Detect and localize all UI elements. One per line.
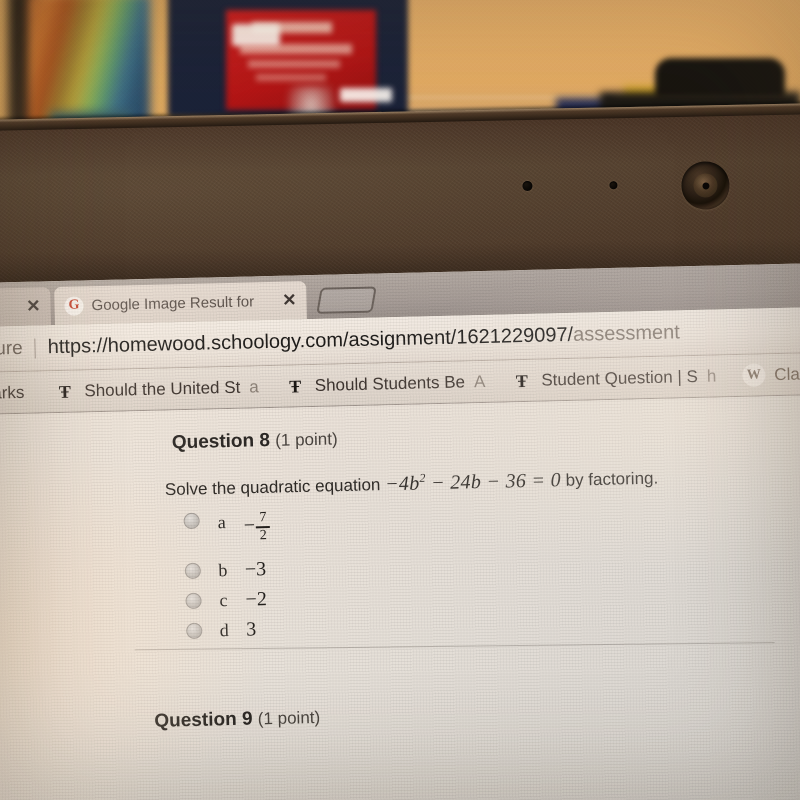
bookmark-label: us bookmarks [0,382,25,404]
choice-letter-b: b [218,559,228,580]
bookmark-label: Should the United St [84,377,241,400]
radio-button-c[interactable] [185,592,202,610]
answer-choice-d[interactable]: d 3 [186,614,273,646]
eq-exponent: 2 [419,470,426,485]
choice-a-sign: − [243,514,256,538]
radio-button-b[interactable] [184,562,202,580]
choice-value-c: −2 [245,587,268,611]
bookmark-label-clipped: a [249,376,259,397]
eq-op-2: − [486,470,501,493]
bookmark-label-clipped: A [473,371,486,391]
question-9-points: (1 point) [257,707,321,729]
new-tab-button[interactable] [316,286,377,314]
choice-value-a: −7 2 [243,510,271,543]
bookmark-item-1[interactable]: Ŧ Should the United St a [54,376,259,402]
bookmark-item-2[interactable]: Ŧ Should Students Be A [285,371,486,397]
bookmark-label: Should Students Be [314,371,466,395]
eq-const: 36 [505,469,527,493]
url-tail: assessment [572,321,681,346]
nyt-icon: Ŧ [289,375,302,397]
question-9-heading: Question 9 (1 point) [154,707,320,733]
fraction: 72 [256,510,271,543]
fraction-denominator: 2 [259,527,267,543]
webcam-lens-pupil [702,182,710,190]
blurred-dark-equipment [655,58,785,98]
google-g-icon: G [64,295,84,316]
bookmark-label: Student Question | S [541,366,699,390]
laptop-screen: tions Tes ✕ G Google Image Result for ✕ … [0,262,800,800]
nyt-icon: Ŧ [58,381,72,402]
poster-text-line [256,74,326,81]
question-8-points: (1 point) [275,429,338,450]
question-9-number: Question 9 [154,708,253,732]
eq-coef-2: 24 [449,470,472,494]
eq-var-1: b [408,472,420,495]
answer-choice-list: a −7 2 b −3 c −2 d 3 [183,508,272,646]
radio-button-d[interactable] [186,622,203,640]
tab-title: Google Image Result for [91,292,255,314]
radio-button-a[interactable] [183,512,200,530]
browser-tab-1[interactable]: tions Tes ✕ [0,287,52,330]
bookmark-item-0[interactable]: us bookmarks [0,382,25,404]
eq-var-2: b [470,470,482,493]
omnibox-separator [34,338,36,359]
choice-value-d: 3 [245,617,257,641]
choice-value-b: −3 [244,557,267,581]
close-icon[interactable]: ✕ [26,296,41,316]
poster-text-line [248,60,340,68]
eq-op-1: − [430,471,446,494]
browser-tab-2[interactable]: G Google Image Result for ✕ [54,281,307,326]
poster-white-label [232,24,280,46]
fraction-numerator: 7 [259,510,267,526]
choice-letter-a: a [217,512,226,533]
answer-choice-a[interactable]: a −7 2 [183,508,271,556]
photo-of-laptop-screen: tions Tes ✕ G Google Image Result for ✕ … [0,0,800,800]
eq-coef-1: −4 [384,472,410,495]
bookmark-item-4[interactable]: W Class St [742,362,800,387]
prompt-prefix: Solve the quadratic equation [164,475,381,500]
tab-title: tions Tes [0,298,19,318]
question-8-heading: Question 8 (1 point) [172,419,732,454]
question-8-number: Question 8 [171,430,271,454]
choice-letter-d: d [219,619,229,640]
url-text[interactable]: https://homewood.schoology.com/assignmen… [47,321,680,359]
close-icon[interactable]: ✕ [282,290,297,310]
assessment-page: Question 8 (1 point) Solve the quadratic… [0,394,800,800]
answer-choice-b[interactable]: b −3 [184,554,271,586]
answer-choice-c[interactable]: c −2 [185,584,272,616]
prompt-suffix: by factoring. [565,468,659,490]
question-8-header: Question 8 (1 point) [172,419,732,454]
security-label: Secure [0,337,23,360]
eq-equals: = [531,469,546,492]
eq-rhs: 0 [550,468,562,492]
question-8-prompt: Solve the quadratic equation −4b2 − 24b … [165,465,659,501]
nyt-icon: Ŧ [515,370,529,391]
question-9-header: Question 9 (1 point) [154,707,320,733]
choice-letter-c: c [219,589,228,610]
question-8-equation: −4b2 − 24b − 36 = 0 [385,469,561,495]
poster-white-label [340,88,392,102]
url-main: https://homewood.schoology.com/assignmen… [47,323,574,359]
w-badge-icon: W [742,363,766,387]
microphone-hole-icon [609,181,618,190]
bookmark-item-3[interactable]: Ŧ Student Question | S h [511,366,717,392]
bookmark-label: Class St [774,363,800,384]
bookmark-label-clipped: h [706,366,717,386]
